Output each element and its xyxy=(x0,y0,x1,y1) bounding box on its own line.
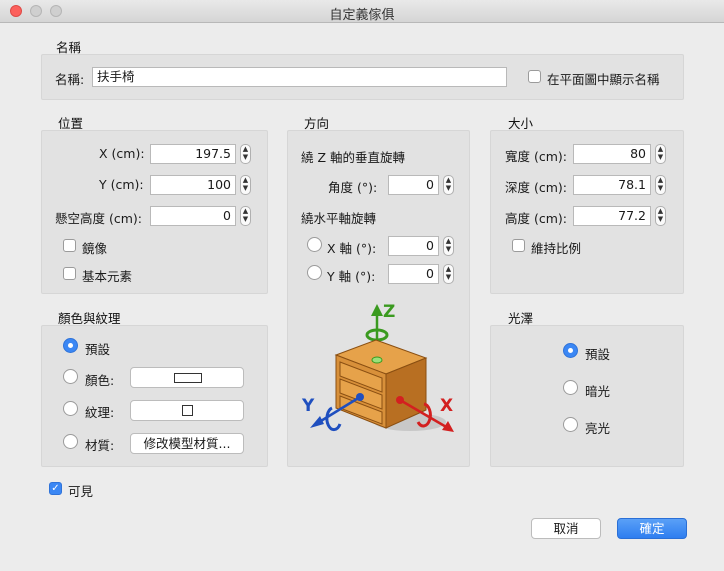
material-label: 材質: xyxy=(85,438,115,453)
cancel-button[interactable]: 取消 xyxy=(531,518,601,539)
texture-label: 紋理: xyxy=(85,405,115,420)
show-name-checkbox[interactable] xyxy=(528,70,541,83)
angle-input[interactable]: 0 xyxy=(388,175,439,195)
texture-radio[interactable] xyxy=(63,401,78,416)
nightstand-3d-icon xyxy=(310,304,454,432)
y-input[interactable]: 100 xyxy=(150,175,236,195)
matt-radio[interactable] xyxy=(563,380,578,395)
show-name-label: 在平面圖中顯示名稱 xyxy=(547,72,660,87)
x-axis-label: X 軸 (°): xyxy=(327,241,377,256)
visible-label: 可見 xyxy=(68,484,94,499)
width-label: 寬度 (cm): xyxy=(505,149,567,164)
title-bar: 自定義傢俱 xyxy=(0,0,724,23)
color-default-label: 預設 xyxy=(85,342,111,357)
x-input[interactable]: 197.5 xyxy=(150,144,236,164)
x-stepper[interactable]: ▲ ▼ xyxy=(240,144,251,164)
shininess-default-radio[interactable] xyxy=(563,343,578,358)
elevation-stepper[interactable]: ▲ ▼ xyxy=(240,206,251,226)
height-label: 高度 (cm): xyxy=(505,211,567,226)
depth-input[interactable]: 78.1 xyxy=(573,175,651,195)
y-axis-label: Y 軸 (°): xyxy=(327,269,376,284)
visible-checkbox[interactable]: ✓ xyxy=(49,482,62,495)
color-radio[interactable] xyxy=(63,369,78,384)
x-axis-letter: X xyxy=(440,396,454,416)
matt-label: 暗光 xyxy=(585,384,611,399)
material-radio[interactable] xyxy=(63,434,78,449)
shininess-default-label: 預設 xyxy=(585,347,611,362)
horizontal-rotation-title: 繞水平軸旋轉 xyxy=(301,211,377,226)
depth-label: 深度 (cm): xyxy=(505,180,567,195)
color-label: 顏色: xyxy=(85,373,115,388)
z-axis-label: Z xyxy=(383,302,396,322)
y-axis-stepper[interactable]: ▲ ▼ xyxy=(443,264,454,284)
modify-material-button[interactable]: 修改模型材質... xyxy=(130,433,244,454)
window-title: 自定義傢俱 xyxy=(329,8,395,23)
height-input[interactable]: 77.2 xyxy=(573,206,651,226)
color-button[interactable] xyxy=(130,367,244,388)
ok-button[interactable]: 確定 xyxy=(617,518,687,539)
x-axis-input[interactable]: 0 xyxy=(388,236,439,256)
width-input[interactable]: 80 xyxy=(573,144,651,164)
basic-element-checkbox[interactable] xyxy=(63,267,76,280)
keep-ratio-checkbox[interactable] xyxy=(512,239,525,252)
y-axis-radio[interactable] xyxy=(307,265,322,280)
y-axis-input[interactable]: 0 xyxy=(388,264,439,284)
elevation-input[interactable]: 0 xyxy=(150,206,236,226)
color-default-radio[interactable] xyxy=(63,338,78,353)
y-axis-letter: Y xyxy=(302,396,315,416)
angle-stepper[interactable]: ▲ ▼ xyxy=(443,175,454,195)
y-label: Y (cm): xyxy=(99,177,144,192)
keep-ratio-label: 維持比例 xyxy=(531,241,582,256)
vertical-rotation-title: 繞 Z 軸的垂直旋轉 xyxy=(301,150,406,165)
x-label: X (cm): xyxy=(99,146,145,161)
depth-stepper[interactable]: ▲ ▼ xyxy=(655,175,666,195)
x-axis-stepper[interactable]: ▲ ▼ xyxy=(443,236,454,256)
name-input[interactable]: 扶手椅 xyxy=(92,67,507,87)
mirror-checkbox[interactable] xyxy=(63,239,76,252)
x-axis-radio[interactable] xyxy=(307,237,322,252)
y-stepper[interactable]: ▲ ▼ xyxy=(240,175,251,195)
height-stepper[interactable]: ▲ ▼ xyxy=(655,206,666,226)
texture-button[interactable] xyxy=(130,400,244,421)
mirror-label: 鏡像 xyxy=(82,241,108,256)
elevation-label: 懸空高度 (cm): xyxy=(55,211,142,226)
shiny-radio[interactable] xyxy=(563,417,578,432)
shiny-label: 亮光 xyxy=(585,421,611,436)
color-swatch xyxy=(174,373,202,383)
basic-element-label: 基本元素 xyxy=(82,269,133,284)
name-label: 名稱: xyxy=(55,72,85,87)
angle-label: 角度 (°): xyxy=(328,180,378,195)
texture-swatch xyxy=(182,405,193,416)
width-stepper[interactable]: ▲ ▼ xyxy=(655,144,666,164)
